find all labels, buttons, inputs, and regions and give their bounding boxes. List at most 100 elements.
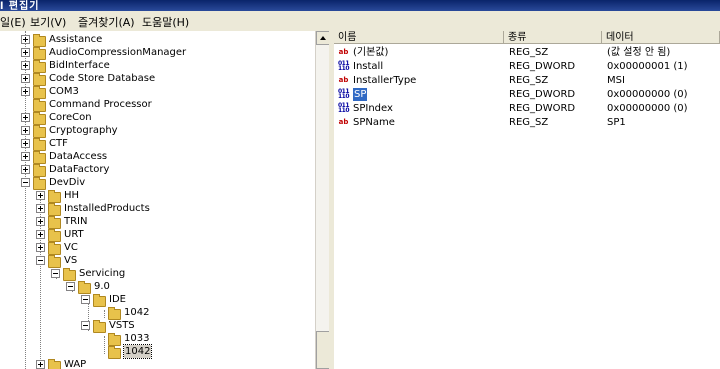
tree-item[interactable]: VS <box>0 254 315 268</box>
tree-item[interactable]: URT <box>0 228 315 242</box>
tree-item[interactable]: CoreCon <box>0 111 315 125</box>
tree-item[interactable]: DataAccess <box>0 150 315 164</box>
tree-item[interactable]: HH <box>0 189 315 203</box>
collapse-minus-icon[interactable] <box>36 256 45 265</box>
menu-edit[interactable]: 일(E) <box>0 14 26 30</box>
tree-item[interactable]: Assistance <box>0 33 315 47</box>
binary-value-icon: 011 110 <box>338 60 350 72</box>
tree-item[interactable]: AudioCompressionManager <box>0 46 315 60</box>
value-row[interactable]: 011 110 SP REG_DWORD 0x00000000 (0) <box>334 88 720 101</box>
expand-plus-icon[interactable] <box>36 217 45 226</box>
tree-item-label: HH <box>64 190 80 201</box>
expand-plus-icon[interactable] <box>36 191 45 200</box>
tree-item-label: IDE <box>109 294 126 305</box>
collapse-minus-icon[interactable] <box>81 295 90 304</box>
tree-item-label: BidInterface <box>49 60 110 71</box>
value-data: SP1 <box>607 117 626 128</box>
tree-item[interactable]: Cryptography <box>0 124 315 138</box>
tree-item-label: VSTS <box>109 320 135 331</box>
tree-item-label: InstalledProducts <box>64 203 150 214</box>
tree-item[interactable]: VSTS <box>0 319 315 333</box>
registry-key-tree[interactable]: Assistance AudioCompressionManager BidInte… <box>0 31 315 369</box>
value-type: REG_SZ <box>509 117 549 128</box>
tree-item-label: Code Store Database <box>49 73 156 84</box>
expand-plus-icon[interactable] <box>21 113 30 122</box>
tree-item-label: CoreCon <box>49 112 92 123</box>
value-data: MSI <box>607 75 625 86</box>
expand-plus-icon[interactable] <box>36 360 45 369</box>
tree-item[interactable]: DataFactory <box>0 163 315 177</box>
menu-help[interactable]: 도움말(H) <box>142 14 189 30</box>
tree-item[interactable]: 1042 <box>0 344 315 359</box>
tree-item[interactable]: DevDiv <box>0 176 315 190</box>
tree-item-label: 1042 <box>122 344 153 359</box>
menu-view[interactable]: 보기(V) <box>30 14 66 30</box>
scroll-up-arrow-icon[interactable] <box>316 31 330 45</box>
expand-plus-icon[interactable] <box>36 243 45 252</box>
tree-item-label: 1033 <box>124 333 150 344</box>
value-type: REG_DWORD <box>509 103 576 114</box>
menu-bar: 일(E) 보기(V) 즐겨찾기(A) 도움말(H) <box>0 11 720 32</box>
expand-plus-icon[interactable] <box>21 74 30 83</box>
tree-item-label: DataFactory <box>49 164 110 175</box>
tree-item[interactable]: Command Processor <box>0 98 315 112</box>
expand-plus-icon[interactable] <box>21 35 30 44</box>
tree-item[interactable]: InstalledProducts <box>0 202 315 216</box>
column-header-type[interactable]: 종류 <box>504 31 602 44</box>
expand-plus-icon[interactable] <box>21 126 30 135</box>
tree-item[interactable]: TRIN <box>0 215 315 229</box>
tree-item[interactable]: 1042 <box>0 306 315 320</box>
binary-value-icon: 011 110 <box>338 88 350 100</box>
value-name: InstallerType <box>353 75 417 86</box>
title-bar: l 편집기 <box>0 0 720 12</box>
value-row[interactable]: 011 110 SPIndex REG_DWORD 0x00000000 (0) <box>334 102 720 115</box>
tree-item-label: 1042 <box>124 307 150 318</box>
column-header-name[interactable]: 이름 <box>334 31 504 44</box>
tree-item[interactable]: CTF <box>0 137 315 151</box>
scroll-thumb[interactable] <box>316 331 330 369</box>
expand-plus-icon[interactable] <box>21 165 30 174</box>
expand-plus-icon[interactable] <box>36 204 45 213</box>
collapse-minus-icon[interactable] <box>21 178 30 187</box>
tree-item[interactable]: WAP <box>0 358 315 369</box>
tree-item[interactable]: VC <box>0 241 315 255</box>
folder-icon <box>48 359 61 369</box>
expand-plus-icon[interactable] <box>21 48 30 57</box>
tree-item[interactable]: Servicing <box>0 267 315 281</box>
value-name: SP <box>353 88 368 101</box>
value-name: SPIndex <box>353 103 393 114</box>
value-name: (기본값) <box>353 47 389 58</box>
menu-favorites[interactable]: 즐겨찾기(A) <box>78 14 135 30</box>
expand-plus-icon[interactable] <box>21 61 30 70</box>
collapse-minus-icon[interactable] <box>51 269 60 278</box>
value-row[interactable]: 011 110 Install REG_DWORD 0x00000001 (1) <box>334 60 720 73</box>
value-name: Install <box>353 61 384 72</box>
tree-vertical-scrollbar[interactable] <box>315 31 330 369</box>
expand-plus-icon[interactable] <box>21 87 30 96</box>
collapse-minus-icon[interactable] <box>66 282 75 291</box>
expand-plus-icon[interactable] <box>21 139 30 148</box>
tree-item[interactable]: BidInterface <box>0 59 315 73</box>
value-name: SPName <box>353 117 395 128</box>
value-row[interactable]: ab (기본값) REG_SZ (값 설정 안 됨) <box>334 46 720 59</box>
value-type: REG_DWORD <box>509 89 576 100</box>
value-row[interactable]: ab SPName REG_SZ SP1 <box>334 116 720 129</box>
tree-item[interactable]: 1033 <box>0 332 315 346</box>
tree-item[interactable]: Code Store Database <box>0 72 315 86</box>
expand-plus-icon[interactable] <box>21 152 30 161</box>
tree-item-label: TRIN <box>64 216 88 227</box>
tree-item-label: Command Processor <box>49 99 152 110</box>
collapse-minus-icon[interactable] <box>81 321 90 330</box>
tree-item-label: 9.0 <box>94 281 110 292</box>
tree-item-label: CTF <box>49 138 68 149</box>
column-header-data[interactable]: 데이터 <box>602 31 720 44</box>
value-row[interactable]: ab InstallerType REG_SZ MSI <box>334 74 720 87</box>
tree-item[interactable]: IDE <box>0 293 315 307</box>
expand-plus-icon[interactable] <box>36 230 45 239</box>
tree-item[interactable]: COM3 <box>0 85 315 99</box>
tree-item-label: AudioCompressionManager <box>49 47 187 58</box>
tree-item-label: WAP <box>64 359 87 369</box>
tree-item-label: Servicing <box>79 268 126 279</box>
registry-value-list[interactable]: 이름 종류 데이터 ab (기본값) REG_SZ (값 설정 안 됨) 011 110 I… <box>334 31 720 369</box>
tree-item[interactable]: 9.0 <box>0 280 315 294</box>
